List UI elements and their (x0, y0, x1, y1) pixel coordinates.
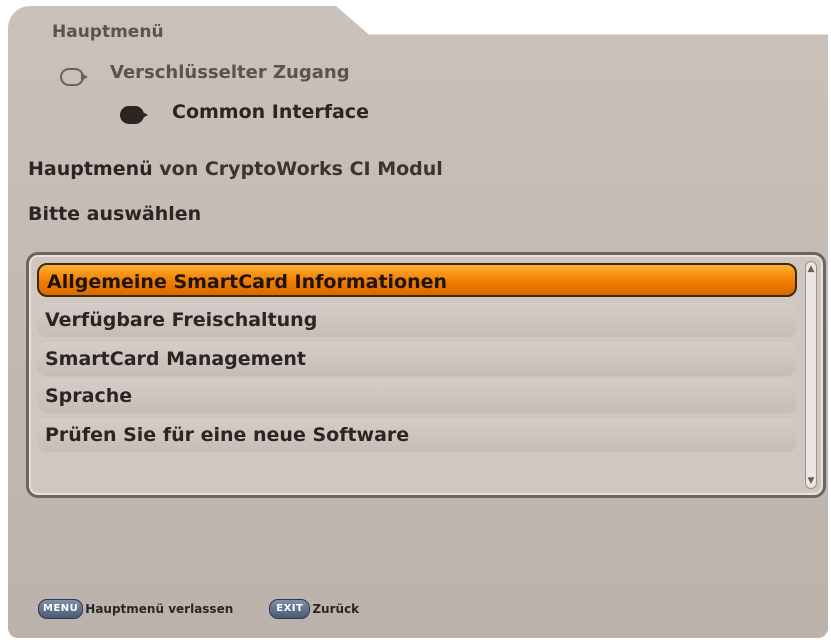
breadcrumb-level1: Verschlüsselter Zugang (110, 62, 350, 83)
scroll-down-arrow-icon[interactable]: ▼ (806, 476, 816, 486)
exit-key-label: Zurück (312, 602, 360, 616)
breadcrumb-level2: Common Interface (172, 101, 369, 123)
menu-item-smartcard-management[interactable]: SmartCard Management (37, 342, 797, 376)
page-title-rest: von CryptoWorks CI Modul (152, 158, 443, 180)
menu-item-smartcard-info[interactable]: Allgemeine SmartCard Informationen (37, 263, 797, 297)
scroll-up-arrow-icon[interactable]: ▲ (806, 264, 816, 274)
footer-hints: MENU Hauptmenü verlassen EXIT Zurück (38, 598, 359, 620)
menu-key-button[interactable]: MENU (38, 599, 84, 619)
breadcrumb-root: Hauptmenü (52, 22, 164, 42)
menu-item-freischaltung[interactable]: Verfügbare Freischaltung (37, 303, 797, 337)
menu-item-software-check[interactable]: Prüfen Sie für eine neue Software (37, 418, 797, 452)
page-title: Hauptmenü von CryptoWorks CI Modul (28, 158, 443, 180)
exit-key-button[interactable]: EXIT (269, 599, 311, 619)
page-title-strong: Hauptmenü (28, 158, 153, 180)
menu-list: Allgemeine SmartCard Informationen Verfü… (26, 252, 826, 498)
prompt-text: Bitte auswählen (28, 203, 202, 225)
menu-item-sprache[interactable]: Sprache (37, 379, 797, 413)
arrow-filled-icon (120, 106, 148, 124)
menu-key-label: Hauptmenü verlassen (85, 602, 234, 616)
arrow-outline-icon (60, 68, 88, 86)
list-scrollbar[interactable]: ▲ ▼ (805, 261, 817, 489)
